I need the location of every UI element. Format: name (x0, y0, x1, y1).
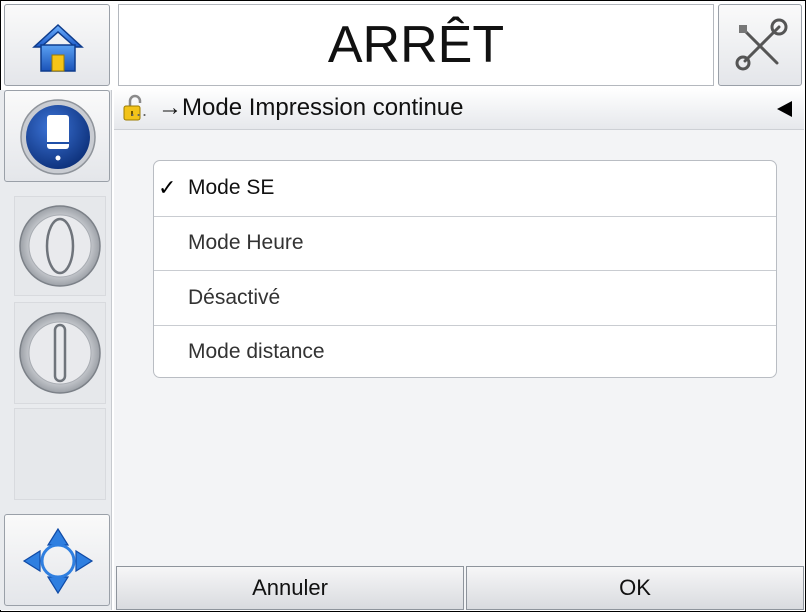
ink-cartridge-icon (20, 99, 96, 175)
navigation-button[interactable] (4, 514, 110, 606)
home-icon (32, 23, 84, 72)
back-button[interactable] (772, 96, 798, 122)
tools-button[interactable] (718, 4, 802, 86)
option-label: Mode SE (188, 176, 275, 200)
option-label: Désactivé (188, 285, 281, 309)
cancel-button[interactable]: Annuler (116, 566, 464, 610)
jet-stop-button[interactable] (14, 302, 106, 404)
option-item-mode-heure[interactable]: Mode Heure (154, 215, 776, 271)
option-item-desactive[interactable]: Désactivé (154, 270, 776, 325)
status-title: ARRÊT (118, 4, 714, 86)
breadcrumb-path: Mode Impression continue (182, 94, 464, 121)
ink-system-button[interactable] (4, 90, 110, 182)
jet-stop-icon (19, 312, 101, 394)
navigation-arrows-icon (22, 527, 94, 595)
tools-icon (735, 18, 788, 71)
breadcrumb-ellipsis: ... (130, 100, 149, 120)
breadcrumb: →Mode Impression continue (158, 94, 463, 122)
option-list: ✓ Mode SE Mode Heure Désactivé Mode dista… (153, 160, 777, 378)
empty-slot (14, 408, 106, 500)
home-button[interactable] (4, 4, 110, 86)
jet-start-button[interactable] (14, 196, 106, 296)
option-item-mode-distance[interactable]: Mode distance (154, 324, 776, 378)
option-label: Mode Heure (188, 231, 304, 255)
breadcrumb-arrow: → (158, 94, 182, 121)
back-arrow-icon (777, 101, 792, 117)
ok-button[interactable]: OK (466, 566, 804, 610)
check-icon: ✓ (158, 175, 177, 201)
option-item-mode-se[interactable]: ✓ Mode SE (154, 161, 776, 216)
option-label: Mode distance (188, 340, 325, 364)
jet-start-icon (19, 205, 101, 287)
